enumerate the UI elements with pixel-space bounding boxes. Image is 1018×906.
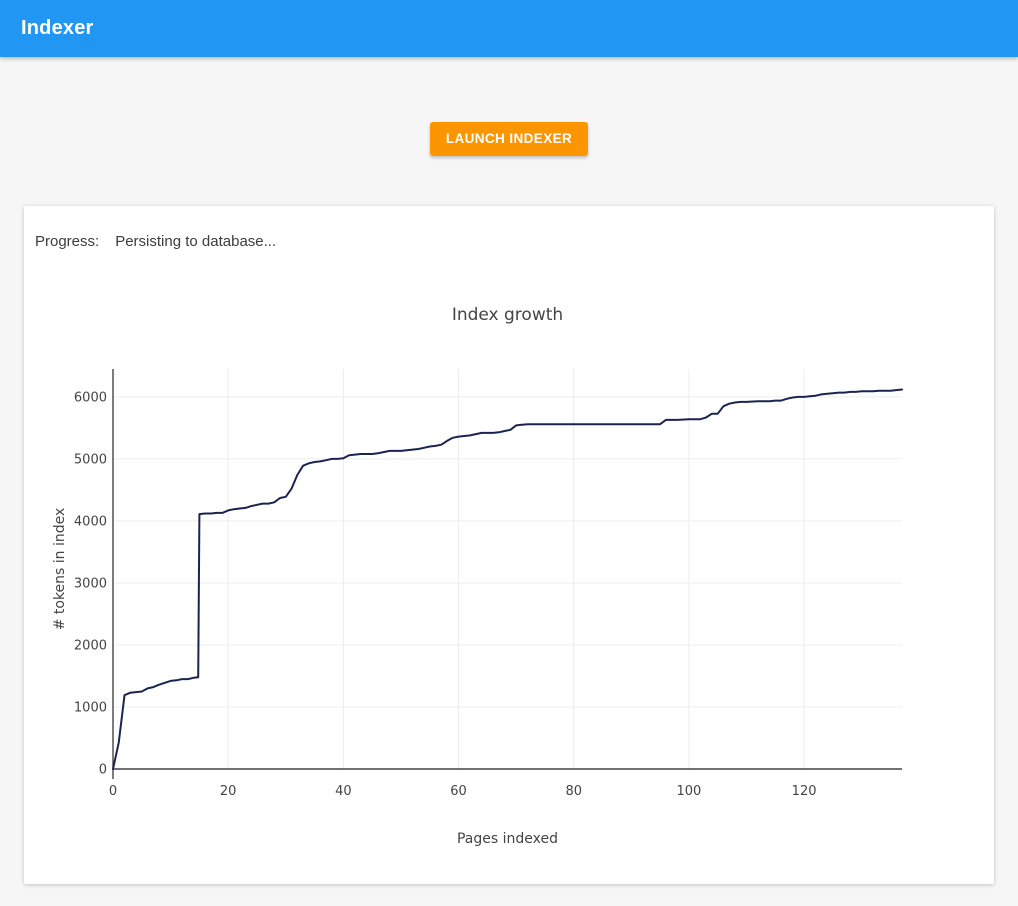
app-title: Indexer (21, 17, 94, 40)
progress-label: Progress: (35, 233, 99, 250)
x-tick-label: 0 (109, 784, 117, 799)
y-tick-label: 0 (99, 763, 107, 778)
y-tick-label: 6000 (74, 390, 107, 405)
x-tick-label: 120 (792, 784, 817, 799)
x-tick-label: 20 (220, 784, 237, 799)
x-tick-label: 100 (676, 784, 701, 799)
y-tick-label: 2000 (74, 638, 107, 653)
launch-indexer-button[interactable]: LAUNCH INDEXER (430, 122, 588, 156)
launch-area: LAUNCH INDEXER (0, 57, 1018, 156)
y-tick-label: 5000 (74, 452, 107, 467)
index-growth-chart-svg: 0 20 40 60 80 100 120 0 1000 2000 3000 4000 5000 6000… (24, 296, 994, 861)
x-tick-label: 80 (565, 784, 582, 799)
index-growth-chart: 0 20 40 60 80 100 120 0 1000 2000 3000 4000 5000 6000… (24, 296, 994, 861)
y-axis-label: # tokens in index (52, 508, 68, 631)
x-axis-label: Pages indexed (457, 831, 558, 847)
x-tick-label: 40 (335, 784, 352, 799)
y-tick-label: 1000 (74, 700, 107, 715)
x-tick-label: 60 (450, 784, 467, 799)
series-line (113, 390, 902, 770)
progress-card: Progress: Persisting to database... 0 20 40… (24, 206, 994, 884)
progress-status: Persisting to database... (115, 233, 276, 250)
app-header: Indexer (0, 0, 1018, 57)
y-tick-label: 4000 (74, 514, 107, 529)
chart-title: Index growth (452, 305, 563, 325)
y-tick-label: 3000 (74, 576, 107, 591)
progress-row: Progress: Persisting to database... (24, 231, 994, 252)
